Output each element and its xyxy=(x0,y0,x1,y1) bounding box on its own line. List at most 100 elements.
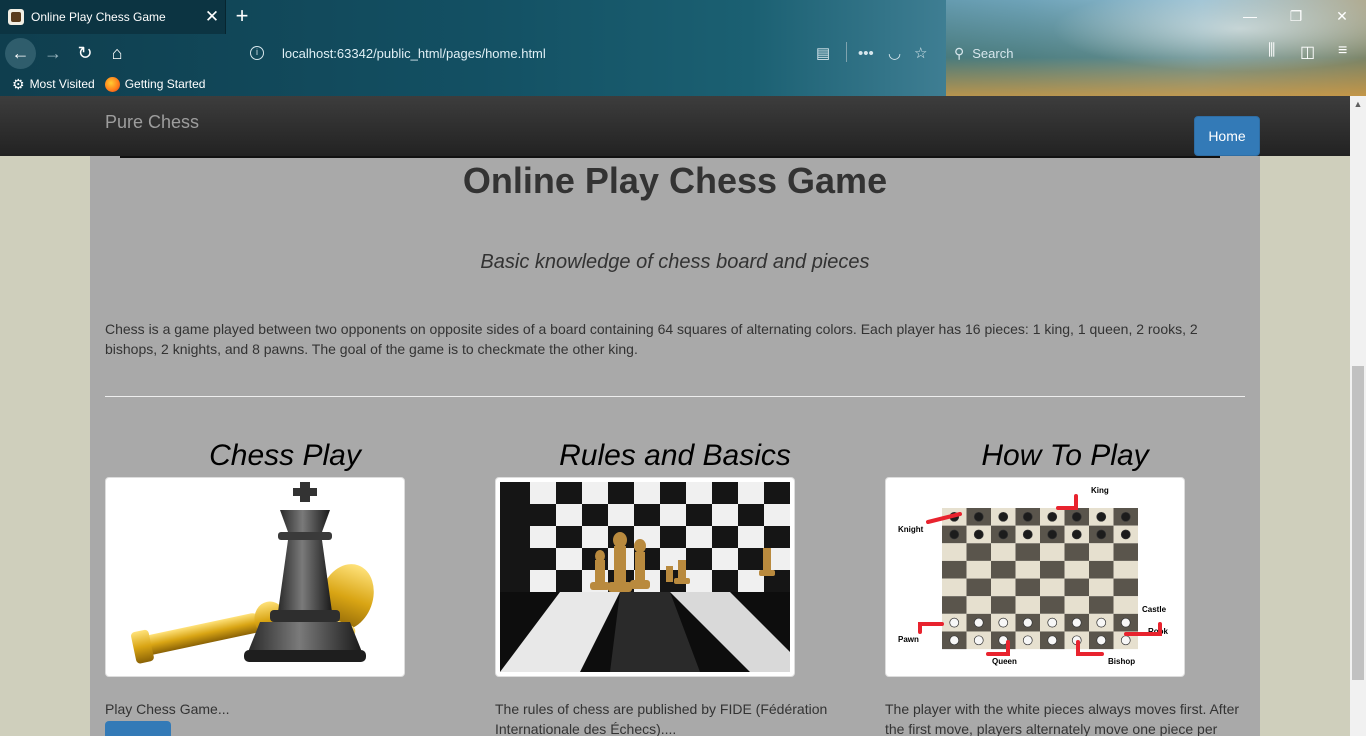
divider xyxy=(105,396,1245,397)
intro-paragraph: Chess is a game played between two oppon… xyxy=(105,321,1198,357)
browser-tab[interactable]: Online Play Chess Game ✕ xyxy=(0,0,226,34)
diagram-label-king: King xyxy=(1091,486,1109,495)
more-actions-icon[interactable]: ••• xyxy=(858,42,874,64)
board-square xyxy=(1089,578,1114,597)
search-placeholder: Search xyxy=(972,45,1014,61)
view-details-button[interactable] xyxy=(105,721,171,736)
board-square xyxy=(1113,578,1138,597)
reader-view-icon[interactable]: ▤ xyxy=(816,42,830,64)
black-piece-icon xyxy=(1120,529,1131,540)
close-tab-icon[interactable]: ✕ xyxy=(199,7,225,27)
board-square xyxy=(1089,543,1114,561)
board-square xyxy=(1040,543,1065,561)
diagram-label-bishop: Bishop xyxy=(1108,657,1135,666)
main-container: Online Play Chess Game Basic knowledge o… xyxy=(90,156,1260,736)
board-square xyxy=(1064,578,1089,597)
white-piece-icon xyxy=(1022,635,1033,646)
black-piece-icon xyxy=(1022,529,1033,540)
board-square xyxy=(738,526,764,548)
search-input[interactable]: ⚲ Search xyxy=(954,40,1154,66)
board-square xyxy=(738,482,764,504)
forward-icon[interactable]: → xyxy=(40,40,66,66)
scroll-up-icon[interactable]: ▲ xyxy=(1350,96,1366,112)
board-square xyxy=(1015,578,1040,597)
bookmark-getting-started[interactable]: Getting Started xyxy=(104,76,206,92)
white-piece-icon xyxy=(1096,617,1107,628)
diagram-label-pawn: Pawn xyxy=(898,635,919,644)
board-square xyxy=(1089,560,1114,579)
home-button[interactable]: Home xyxy=(1194,116,1260,156)
restore-icon[interactable]: ❐ xyxy=(1284,6,1308,26)
browser-chrome: Online Play Chess Game ✕ + — ❐ ✕ ← → ↻ ⌂… xyxy=(0,0,1366,96)
scrollbar-thumb[interactable] xyxy=(1352,366,1364,680)
column-description: The rules of chess are published by FIDE… xyxy=(495,701,828,736)
column-chess-play: Chess Play Play Chess Game... xyxy=(105,436,465,736)
white-piece-icon xyxy=(1096,635,1107,646)
column-description: Play Chess Game... xyxy=(105,701,230,717)
bookmark-star-icon[interactable]: ☆ xyxy=(914,42,927,64)
column-how-to-play: How To Play King Knight Castle Rook Pawn… xyxy=(885,436,1245,736)
board-square xyxy=(991,543,1016,561)
url-bar[interactable]: i localhost:63342/public_html/pages/home… xyxy=(242,40,944,66)
black-piece-icon xyxy=(973,511,984,522)
white-piece-icon xyxy=(1120,617,1131,628)
minimize-icon[interactable]: — xyxy=(1238,6,1262,26)
diagram-label-queen: Queen xyxy=(992,657,1017,666)
tab-title: Online Play Chess Game xyxy=(31,10,166,24)
white-piece-icon xyxy=(949,635,960,646)
sidebar-icon[interactable]: ◫ xyxy=(1300,42,1315,62)
board-square xyxy=(634,482,660,504)
site-info-icon[interactable]: i xyxy=(250,46,264,60)
bookmarks-toolbar: ⚙ Most Visited Getting Started xyxy=(12,74,205,94)
board-square xyxy=(991,596,1016,614)
board-square xyxy=(966,560,991,579)
page-title: Online Play Chess Game xyxy=(462,160,888,201)
reload-icon[interactable]: ↻ xyxy=(72,40,98,66)
divider xyxy=(846,42,847,62)
column-heading: How To Play xyxy=(981,439,1149,472)
board-square xyxy=(1064,560,1089,579)
black-piece-icon xyxy=(998,529,1009,540)
menu-icon[interactable]: ≡ xyxy=(1338,42,1347,60)
chess-favicon-icon xyxy=(8,9,24,25)
home-icon[interactable]: ⌂ xyxy=(104,40,130,66)
close-window-icon[interactable]: ✕ xyxy=(1330,6,1354,26)
back-icon[interactable]: ← xyxy=(5,38,36,69)
board-square xyxy=(991,560,1016,579)
board-square xyxy=(1064,596,1089,614)
board-square xyxy=(1113,560,1138,579)
board-square xyxy=(942,596,967,614)
chess-king-image[interactable] xyxy=(105,477,405,677)
white-piece-icon xyxy=(1022,617,1033,628)
board-square xyxy=(530,482,556,504)
black-piece-icon xyxy=(1096,511,1107,522)
bookmark-label: Getting Started xyxy=(124,77,206,91)
url-text[interactable]: localhost:63342/public_html/pages/home.h… xyxy=(282,46,944,61)
board-square xyxy=(1040,578,1065,597)
bookmark-most-visited[interactable]: ⚙ Most Visited xyxy=(12,76,95,93)
page-scrollbar[interactable]: ▲ xyxy=(1350,96,1366,736)
board-square xyxy=(686,526,712,548)
new-tab-icon[interactable]: + xyxy=(230,4,254,28)
board-square xyxy=(1089,596,1114,614)
pocket-icon[interactable]: ◡ xyxy=(888,42,901,64)
board-square xyxy=(1015,560,1040,579)
firefox-icon xyxy=(104,76,120,92)
library-icon[interactable]: ⫼ xyxy=(1268,42,1275,60)
board-square xyxy=(966,543,991,561)
black-piece-icon xyxy=(1071,511,1082,522)
chess-board-image[interactable] xyxy=(495,477,795,677)
black-piece-icon xyxy=(1047,511,1058,522)
brand-link[interactable]: Pure Chess xyxy=(105,112,199,133)
column-heading: Chess Play xyxy=(209,439,361,472)
board-square xyxy=(530,570,556,592)
chess-pieces-illustration xyxy=(131,482,374,664)
black-piece-icon xyxy=(1022,511,1033,522)
chessboard-perspective-illustration xyxy=(500,482,790,672)
column-description: The player with the white pieces always … xyxy=(885,701,1240,736)
board-square xyxy=(686,482,712,504)
white-piece-icon xyxy=(973,635,984,646)
board-square xyxy=(530,526,556,548)
chess-diagram-image[interactable]: King Knight Castle Rook Pawn Queen Bisho… xyxy=(885,477,1185,677)
board-square xyxy=(1113,596,1138,614)
